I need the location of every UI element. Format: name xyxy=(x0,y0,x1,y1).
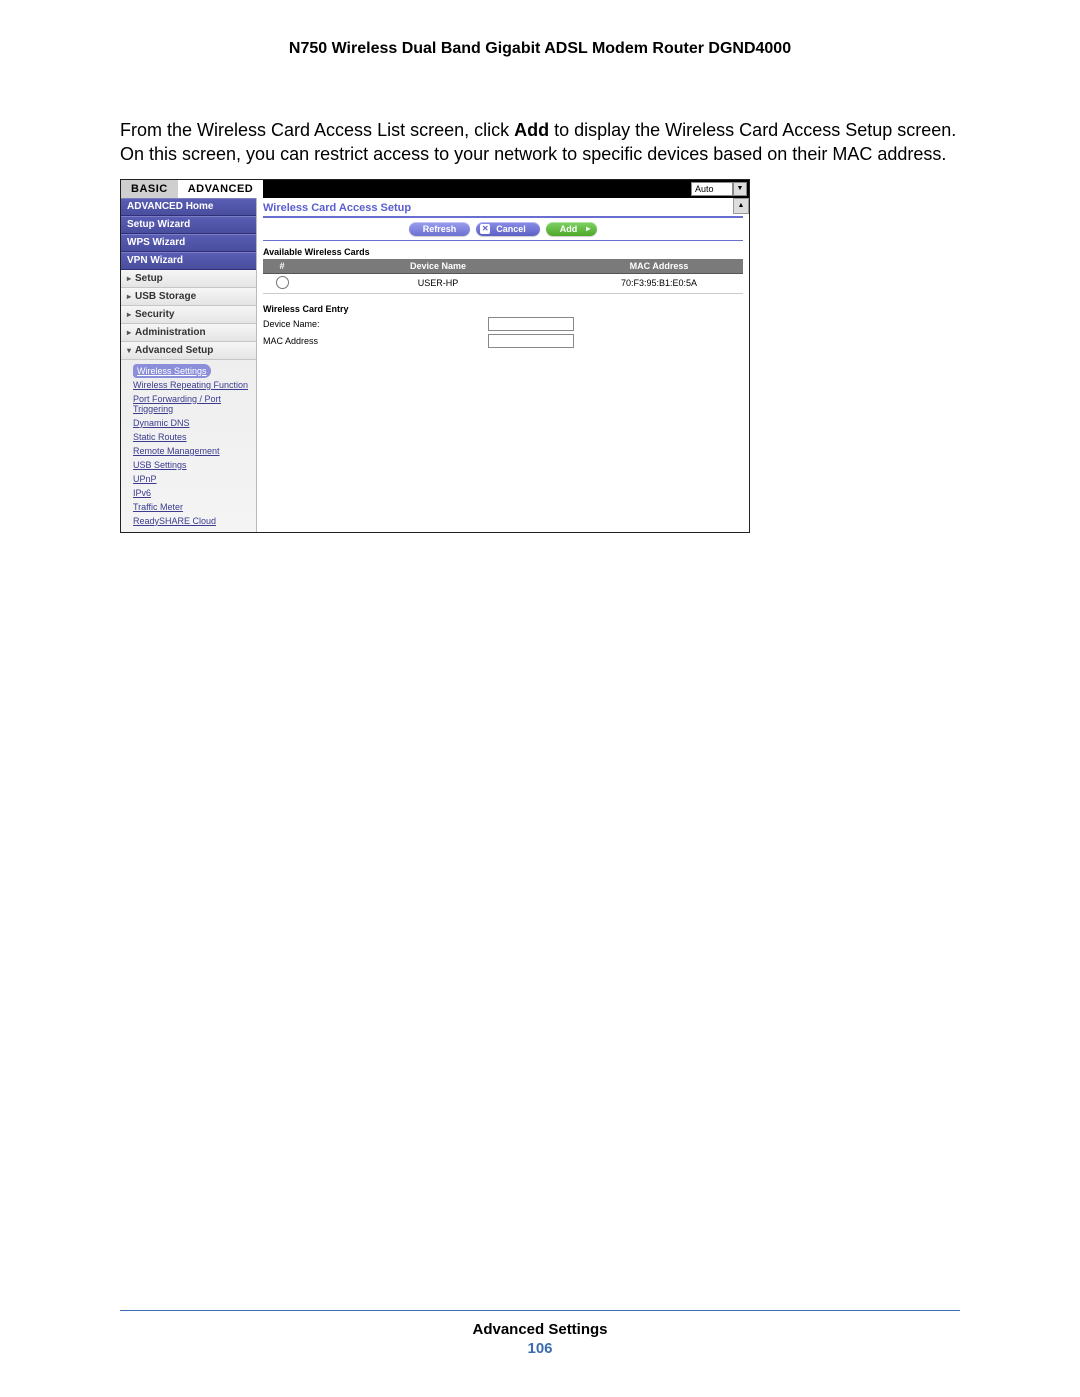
mac-address-label: MAC Address xyxy=(263,336,488,346)
sidebar: ADVANCED Home Setup Wizard WPS Wizard VP… xyxy=(121,198,257,532)
doc-title: N750 Wireless Dual Band Gigabit ADSL Mod… xyxy=(120,40,960,58)
panel-title: Wireless Card Access Setup xyxy=(263,202,743,214)
submenu-wireless-repeating[interactable]: Wireless Repeating Function xyxy=(133,378,252,392)
wireless-card-entry-label: Wireless Card Entry xyxy=(263,304,743,314)
available-cards-label: Available Wireless Cards xyxy=(263,247,743,257)
submenu-wireless-settings[interactable]: Wireless Settings xyxy=(133,364,211,378)
tab-advanced[interactable]: ADVANCED xyxy=(178,180,265,198)
close-icon: ✕ xyxy=(480,224,490,234)
submenu-port-forwarding[interactable]: Port Forwarding / Port Triggering xyxy=(133,392,252,416)
sidebar-item-vpn-wizard[interactable]: VPN Wizard xyxy=(121,252,256,270)
router-ui-screenshot: BASIC ADVANCED Auto ▼ ADVANCED Home Setu… xyxy=(120,179,750,533)
add-button-label: Add xyxy=(560,224,578,234)
sidebar-item-setup-wizard[interactable]: Setup Wizard xyxy=(121,216,256,234)
footer-section-title: Advanced Settings xyxy=(120,1321,960,1338)
device-name-label: Device Name: xyxy=(263,319,488,329)
sidebar-group-setup[interactable]: Setup xyxy=(121,270,256,288)
col-header-num: # xyxy=(263,259,301,274)
language-select-value: Auto xyxy=(691,182,733,196)
footer-page-number: 106 xyxy=(120,1340,960,1357)
row-device-name: USER-HP xyxy=(301,273,575,293)
sidebar-submenu: Wireless Settings Wireless Repeating Fun… xyxy=(121,360,256,532)
available-cards-table: # Device Name MAC Address USER-HP 70:F3:… xyxy=(263,259,743,294)
submenu-dynamic-dns[interactable]: Dynamic DNS xyxy=(133,416,252,430)
submenu-ipv6[interactable]: IPv6 xyxy=(133,486,252,500)
col-header-device: Device Name xyxy=(301,259,575,274)
mac-address-input[interactable] xyxy=(488,334,574,348)
submenu-upnp[interactable]: UPnP xyxy=(133,472,252,486)
intro-text-before: From the Wireless Card Access List scree… xyxy=(120,120,514,140)
cancel-button[interactable]: ✕ Cancel xyxy=(476,222,540,236)
submenu-static-routes[interactable]: Static Routes xyxy=(133,430,252,444)
chevron-right-icon: ▸ xyxy=(583,224,593,234)
submenu-readyshare-cloud[interactable]: ReadySHARE Cloud xyxy=(133,514,252,528)
sidebar-item-wps-wizard[interactable]: WPS Wizard xyxy=(121,234,256,252)
refresh-button[interactable]: Refresh xyxy=(409,222,471,236)
row-radio[interactable] xyxy=(276,276,289,289)
device-name-input[interactable] xyxy=(488,317,574,331)
page-footer: Advanced Settings 106 xyxy=(120,1310,960,1357)
sidebar-group-administration[interactable]: Administration xyxy=(121,324,256,342)
sidebar-group-security[interactable]: Security xyxy=(121,306,256,324)
submenu-remote-management[interactable]: Remote Management xyxy=(133,444,252,458)
col-header-mac: MAC Address xyxy=(575,259,743,274)
content-panel: ▲ Wireless Card Access Setup Refresh ✕ C… xyxy=(257,198,749,532)
intro-bold: Add xyxy=(514,120,549,140)
cancel-button-label: Cancel xyxy=(496,224,526,234)
submenu-usb-settings[interactable]: USB Settings xyxy=(133,458,252,472)
sidebar-group-advanced-setup[interactable]: Advanced Setup xyxy=(121,342,256,360)
table-row: USER-HP 70:F3:95:B1:E0:5A xyxy=(263,273,743,293)
row-mac-address: 70:F3:95:B1:E0:5A xyxy=(575,273,743,293)
top-tab-bar: BASIC ADVANCED Auto ▼ xyxy=(121,180,749,198)
submenu-traffic-meter[interactable]: Traffic Meter xyxy=(133,500,252,514)
action-button-row: Refresh ✕ Cancel Add ▸ xyxy=(263,216,743,241)
intro-paragraph: From the Wireless Card Access List scree… xyxy=(120,118,960,167)
add-button[interactable]: Add ▸ xyxy=(546,222,598,236)
sidebar-group-usb-storage[interactable]: USB Storage xyxy=(121,288,256,306)
sidebar-item-advanced-home[interactable]: ADVANCED Home xyxy=(121,198,256,216)
language-select[interactable]: Auto ▼ xyxy=(691,180,749,198)
tab-basic[interactable]: BASIC xyxy=(121,180,178,198)
chevron-down-icon[interactable]: ▼ xyxy=(733,182,747,196)
scroll-up-icon[interactable]: ▲ xyxy=(733,198,749,214)
